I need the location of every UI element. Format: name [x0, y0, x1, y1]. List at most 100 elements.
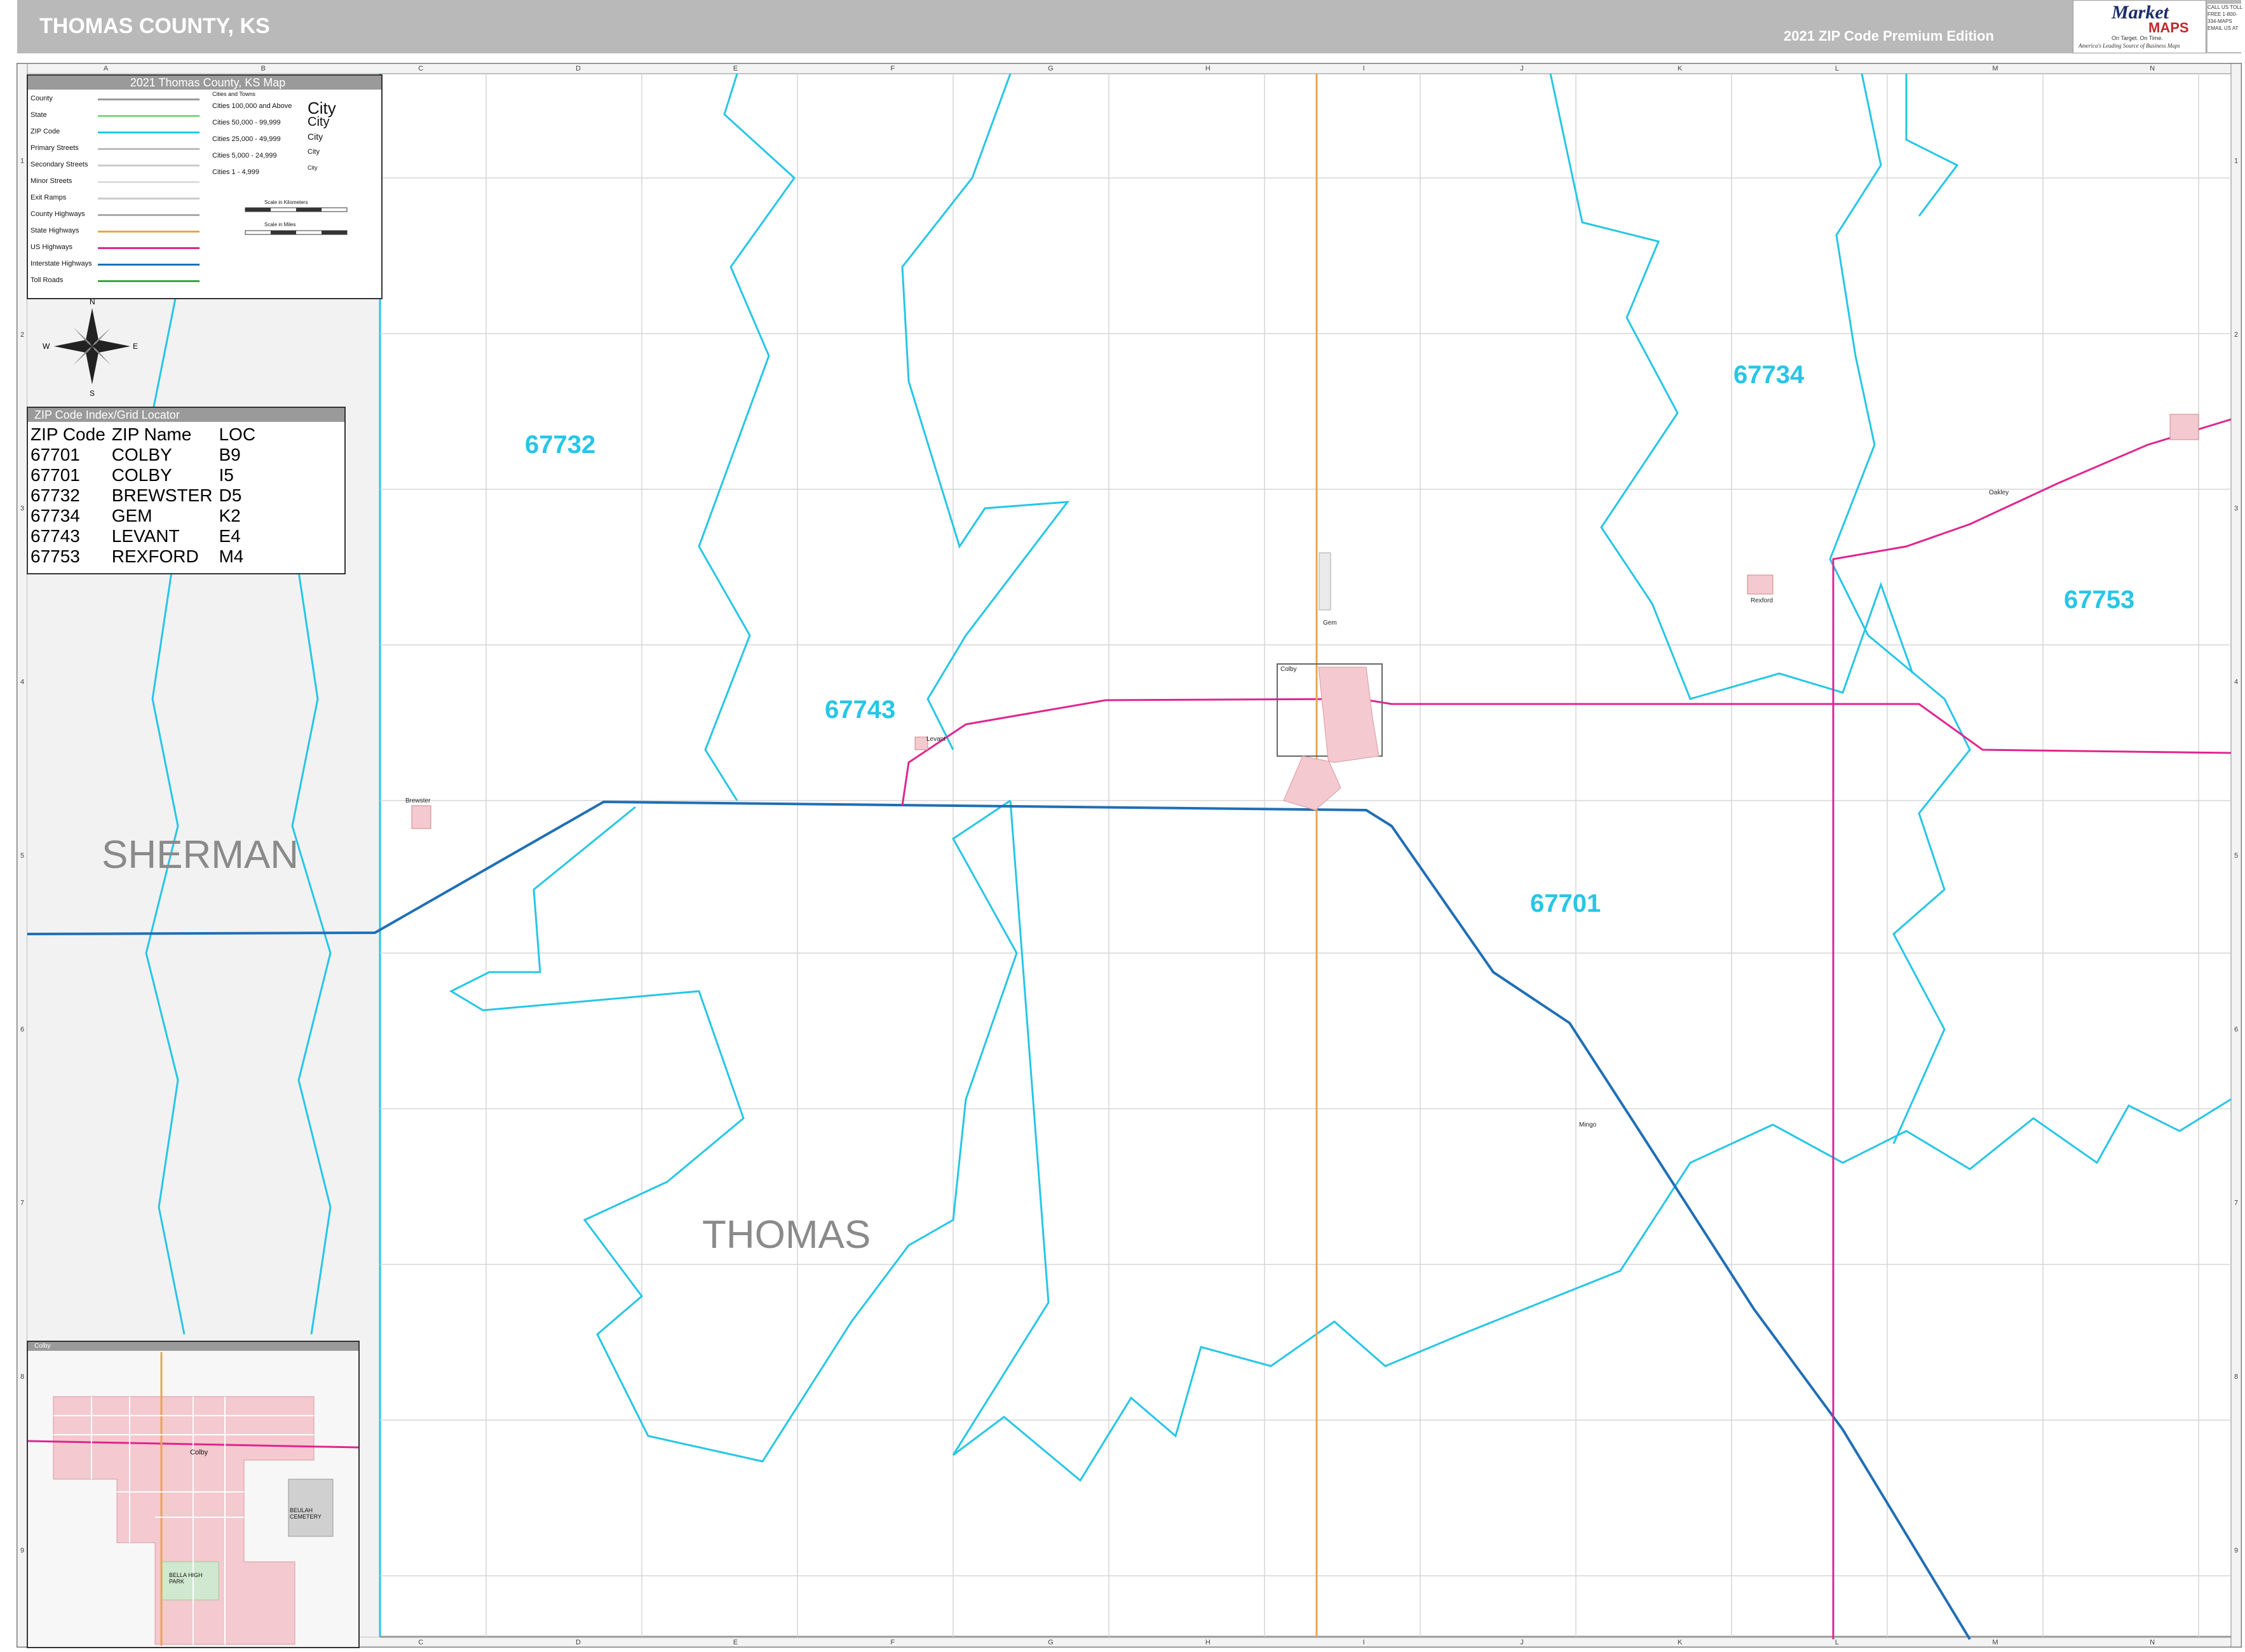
legend-title: 2021 Thomas County, KS Map: [28, 76, 381, 90]
zip-index-header: ZIP Name: [111, 424, 192, 444]
grid-col-label: L: [1835, 65, 1839, 72]
place-rexford: Rexford: [1751, 597, 1774, 604]
zip-index-row[interactable]: 67734 GEM K2: [31, 506, 262, 526]
zip-index-cell: REXFORD: [111, 546, 199, 566]
legend-line-label: Interstate Highways: [31, 260, 92, 267]
grid-col-label: F: [890, 65, 895, 72]
grid-row-label: 6: [20, 1026, 24, 1033]
legend-line-swatch: [98, 148, 200, 150]
grid-col-label: C: [418, 65, 423, 72]
legend-line-label: ZIP Code: [31, 128, 60, 135]
grid-row-label: 6: [2234, 1026, 2238, 1033]
inset-cemetery-label: BEULAH CEMETERY: [290, 1507, 322, 1520]
compass-s: S: [90, 389, 95, 398]
legend-line-swatch: [98, 181, 200, 183]
zip-index-row[interactable]: 67701 COLBY I5: [31, 465, 262, 485]
levant-town: [914, 736, 928, 750]
grid-col-label: A: [104, 65, 109, 72]
zip-index-cell: M4: [219, 546, 244, 566]
grid-row-label: 2: [20, 331, 24, 339]
grid-row-label: 1: [20, 158, 24, 165]
grid-col-label: M: [1992, 65, 1998, 72]
legend-line-swatch: [98, 115, 200, 117]
grid-col-label: G: [1048, 1639, 1054, 1646]
legend-line-label: State: [31, 111, 47, 119]
grid-row-label: 4: [2234, 679, 2238, 686]
grid-col-label: N: [2150, 65, 2155, 72]
gem-town: [1319, 552, 1331, 611]
legend-line-swatch: [98, 247, 200, 249]
zip-index-cell: COLBY: [111, 445, 172, 464]
legend-city-sample: City: [308, 165, 318, 171]
legend-line-swatch: [98, 280, 200, 282]
map-legend: 2021 Thomas County, KS Map County State ZI…: [27, 74, 383, 299]
zip-index-row[interactable]: 67743 LEVANT E4: [31, 526, 262, 546]
grid-col-label: M: [1992, 1639, 1998, 1646]
grid-col-label: G: [1048, 65, 1054, 72]
legend-line-label: Exit Ramps: [31, 194, 67, 201]
place-brewster: Brewster: [405, 797, 431, 804]
inset-park-label: BELLA HIGH PARK: [169, 1572, 203, 1585]
zip-index-cell: LEVANT: [111, 526, 180, 546]
place-gem: Gem: [1323, 620, 1337, 626]
grid-col-label: F: [890, 1639, 895, 1646]
grid-row-label: 5: [2234, 852, 2238, 860]
place-oakley: Oakley: [1989, 489, 2009, 496]
grid-row-label: 8: [2234, 1373, 2238, 1381]
zip-index-cell: D5: [219, 485, 242, 505]
legend-line-label: US Highways: [31, 243, 73, 251]
legend-line-swatch: [98, 231, 200, 233]
inset-town-label: Colby: [190, 1449, 208, 1456]
grid-row-label: 2: [2234, 331, 2238, 339]
place-levant: Levant: [926, 736, 946, 743]
zip-label-67753[interactable]: 67753: [2064, 586, 2134, 614]
grid-col-label: D: [576, 1639, 581, 1646]
zip-label-67732[interactable]: 67732: [525, 431, 595, 459]
zip-index-cell: 67734: [31, 506, 80, 525]
rexford-town: [1747, 574, 1774, 595]
zip-index-cell: 67753: [31, 546, 80, 566]
place-colby: Colby: [1280, 666, 1297, 673]
oakley-town: [2169, 414, 2199, 440]
grid-col-label: H: [1205, 1639, 1211, 1646]
zip-label-67734[interactable]: 67734: [1733, 361, 1804, 389]
zip-index-cell: COLBY: [111, 465, 172, 485]
zip-label-67701[interactable]: 67701: [1530, 890, 1601, 918]
place-mingo: Mingo: [1579, 1121, 1597, 1128]
legend-scale-bars: [245, 207, 348, 235]
grid-row-label: 9: [20, 1547, 24, 1554]
grid-col-label: E: [733, 1639, 738, 1646]
colby-inset-map[interactable]: Colby Colby BEULAH CEMETERY BELLA HIGH P…: [27, 1341, 360, 1648]
zip-index-row[interactable]: 67753 REXFORD M4: [31, 546, 262, 567]
county-label-sherman: SHERMAN: [102, 833, 299, 877]
zip-index-cell: K2: [219, 506, 241, 525]
grid-col-label: K: [1678, 1639, 1683, 1646]
zip-index-header: ZIP Code: [31, 424, 105, 444]
grid-col-label: K: [1678, 65, 1683, 72]
legend-line-label: Minor Streets: [31, 177, 72, 185]
zip-index-table: ZIP Code ZIP Name LOC 67701 COLBY B9 67701 COL…: [31, 424, 262, 567]
grid-row-label: 7: [20, 1200, 24, 1207]
legend-line-label: Toll Roads: [31, 276, 64, 284]
zip-index-row[interactable]: 67732 BREWSTER D5: [31, 485, 262, 506]
grid-col-label: E: [733, 65, 738, 72]
zip-index-cell: GEM: [111, 506, 153, 525]
legend-city-sample: City: [308, 115, 330, 129]
grid-row-label: 7: [2234, 1200, 2238, 1207]
zip-index-cell: 67701: [31, 445, 80, 464]
legend-line-swatch: [98, 132, 200, 133]
brewster-town: [411, 805, 431, 829]
compass-w: W: [43, 342, 50, 351]
grid-row-label: 4: [20, 679, 24, 686]
legend-city-class: Cities 100,000 and Above: [212, 102, 292, 110]
compass-e: E: [133, 342, 138, 351]
legend-line-swatch: [98, 198, 200, 200]
legend-city-sample: City: [308, 132, 323, 142]
zip-index-row[interactable]: 67701 COLBY B9: [31, 445, 262, 465]
county-label-thomas: THOMAS: [702, 1213, 871, 1257]
grid-col-label: J: [1520, 1639, 1524, 1646]
zip-index-cell: BREWSTER: [111, 485, 213, 505]
zip-label-67743[interactable]: 67743: [825, 696, 895, 724]
zip-index-title: ZIP Code Index/Grid Locator: [28, 408, 344, 422]
inset-canvas: [28, 1352, 358, 1646]
